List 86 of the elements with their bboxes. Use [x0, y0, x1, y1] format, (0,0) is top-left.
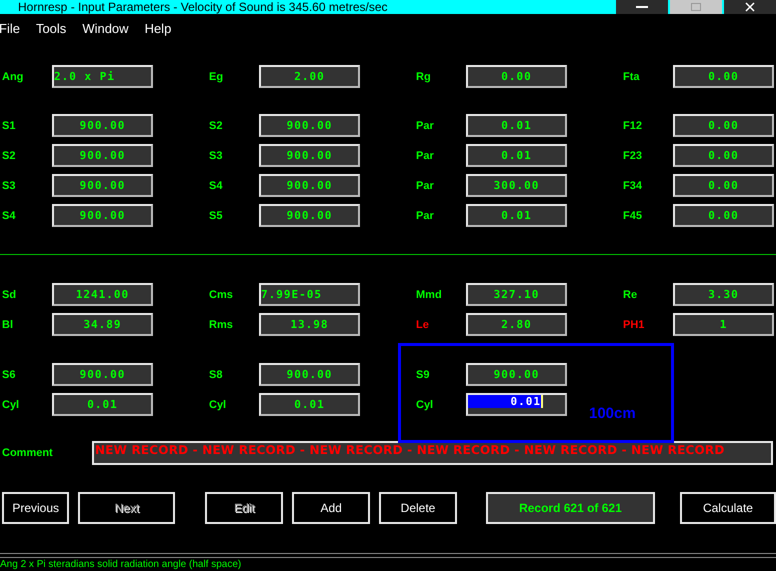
- input-field[interactable]: 0.01: [466, 114, 567, 137]
- input-field[interactable]: 0.01: [52, 393, 153, 416]
- input-field[interactable]: 900.00: [466, 363, 567, 386]
- minimize-icon: [636, 5, 648, 9]
- field-label: Cms: [209, 288, 234, 300]
- input-field[interactable]: 900.00: [259, 174, 360, 197]
- input-field[interactable]: 1241.00: [52, 283, 153, 306]
- input-field[interactable]: 1: [673, 313, 774, 336]
- input-field[interactable]: 2.0 x Pi: [52, 65, 153, 88]
- field-label: Par: [416, 150, 435, 162]
- menu-item[interactable]: Tools: [36, 20, 74, 36]
- input-field[interactable]: 900.00: [259, 144, 360, 167]
- field-label: Cyl: [209, 398, 228, 410]
- field-label: S3: [2, 180, 16, 192]
- input-field[interactable]: 2.00: [259, 65, 360, 88]
- field-label: S4: [209, 180, 224, 192]
- input-field[interactable]: 0.01: [466, 393, 567, 416]
- record-counter: Record 621 of 621: [486, 492, 655, 524]
- field-label: S2: [2, 150, 16, 162]
- field-label: Ang: [2, 70, 24, 82]
- input-field[interactable]: 0.00: [673, 144, 774, 167]
- input-field[interactable]: 13.98: [259, 313, 360, 336]
- field-label: S9: [416, 368, 430, 380]
- minimize-button[interactable]: [616, 0, 668, 14]
- menu-item[interactable]: Window: [82, 20, 137, 36]
- field-label: S3: [209, 150, 224, 162]
- menu-item[interactable]: Help: [144, 20, 180, 36]
- input-field[interactable]: 34.89: [52, 313, 153, 336]
- field-label: Mmd: [416, 288, 443, 300]
- maximize-icon: [691, 3, 701, 11]
- field-label: Rms: [209, 318, 234, 330]
- input-field[interactable]: 0.00: [673, 114, 774, 137]
- field-label: Sd: [2, 288, 18, 300]
- input-field[interactable]: 3.30: [673, 283, 774, 306]
- input-field[interactable]: 900.00: [259, 114, 360, 137]
- field-label: Cyl: [416, 398, 434, 410]
- input-field[interactable]: 300.00: [466, 174, 567, 197]
- field-label: Le: [416, 318, 430, 330]
- comment-label: Comment: [2, 447, 54, 459]
- nav-button[interactable]: Delete: [379, 492, 457, 524]
- field-label: F34: [623, 180, 643, 192]
- field-label: S8: [209, 368, 224, 380]
- input-field[interactable]: 900.00: [52, 114, 153, 137]
- calculate-button[interactable]: Calculate: [680, 492, 776, 524]
- field-label: S2: [209, 120, 224, 132]
- field-label: Rg: [416, 70, 432, 82]
- input-field[interactable]: 900.00: [52, 144, 153, 167]
- field-label: Bl: [2, 318, 14, 330]
- input-field[interactable]: 0.00: [673, 65, 774, 88]
- input-field[interactable]: 900.00: [52, 204, 153, 227]
- close-icon: [745, 2, 755, 12]
- field-label: F45: [623, 210, 643, 222]
- nav-button[interactable]: Previous: [2, 492, 70, 524]
- input-field[interactable]: 900.00: [52, 174, 153, 197]
- field-label: Re: [623, 288, 638, 300]
- input-field[interactable]: 0.01: [466, 204, 567, 227]
- field-label: F12: [623, 120, 643, 132]
- menu-item[interactable]: File: [0, 20, 28, 36]
- input-field[interactable]: 900.00: [52, 363, 153, 386]
- input-field[interactable]: 0.01: [259, 393, 360, 416]
- field-label: S5: [209, 210, 224, 222]
- window-title: Hornresp - Input Parameters - Velocity of Sound is 345.60 metres/sec: [17, 0, 388, 14]
- input-field[interactable]: 900.00: [259, 204, 360, 227]
- input-field[interactable]: 900.00: [259, 363, 360, 386]
- field-label: S6: [2, 368, 16, 380]
- field-label: Eg: [209, 70, 224, 82]
- field-label: Par: [416, 210, 435, 222]
- field-label: Cyl: [2, 398, 20, 410]
- input-field[interactable]: 2.80: [466, 313, 567, 336]
- field-label: Fta: [623, 70, 640, 82]
- annotation-label: 100cm: [589, 405, 636, 422]
- field-label: Par: [416, 180, 435, 192]
- nav-button[interactable]: Add: [292, 492, 370, 524]
- input-field[interactable]: 0.01: [466, 144, 567, 167]
- input-field[interactable]: 7.99E-05: [259, 283, 360, 306]
- field-label: S1: [2, 120, 16, 132]
- input-field[interactable]: 327.10: [466, 283, 567, 306]
- field-label: S4: [2, 210, 16, 222]
- field-label: F23: [623, 150, 643, 162]
- close-button[interactable]: [724, 0, 776, 14]
- input-field[interactable]: 0.00: [673, 174, 774, 197]
- status-text: Ang 2 x Pi steradians solid radiation angle (half space): [0, 559, 242, 570]
- field-label: Par: [416, 120, 435, 132]
- input-field[interactable]: 0.00: [673, 204, 774, 227]
- input-field[interactable]: 0.00: [466, 65, 567, 88]
- field-label: PH1: [623, 318, 646, 330]
